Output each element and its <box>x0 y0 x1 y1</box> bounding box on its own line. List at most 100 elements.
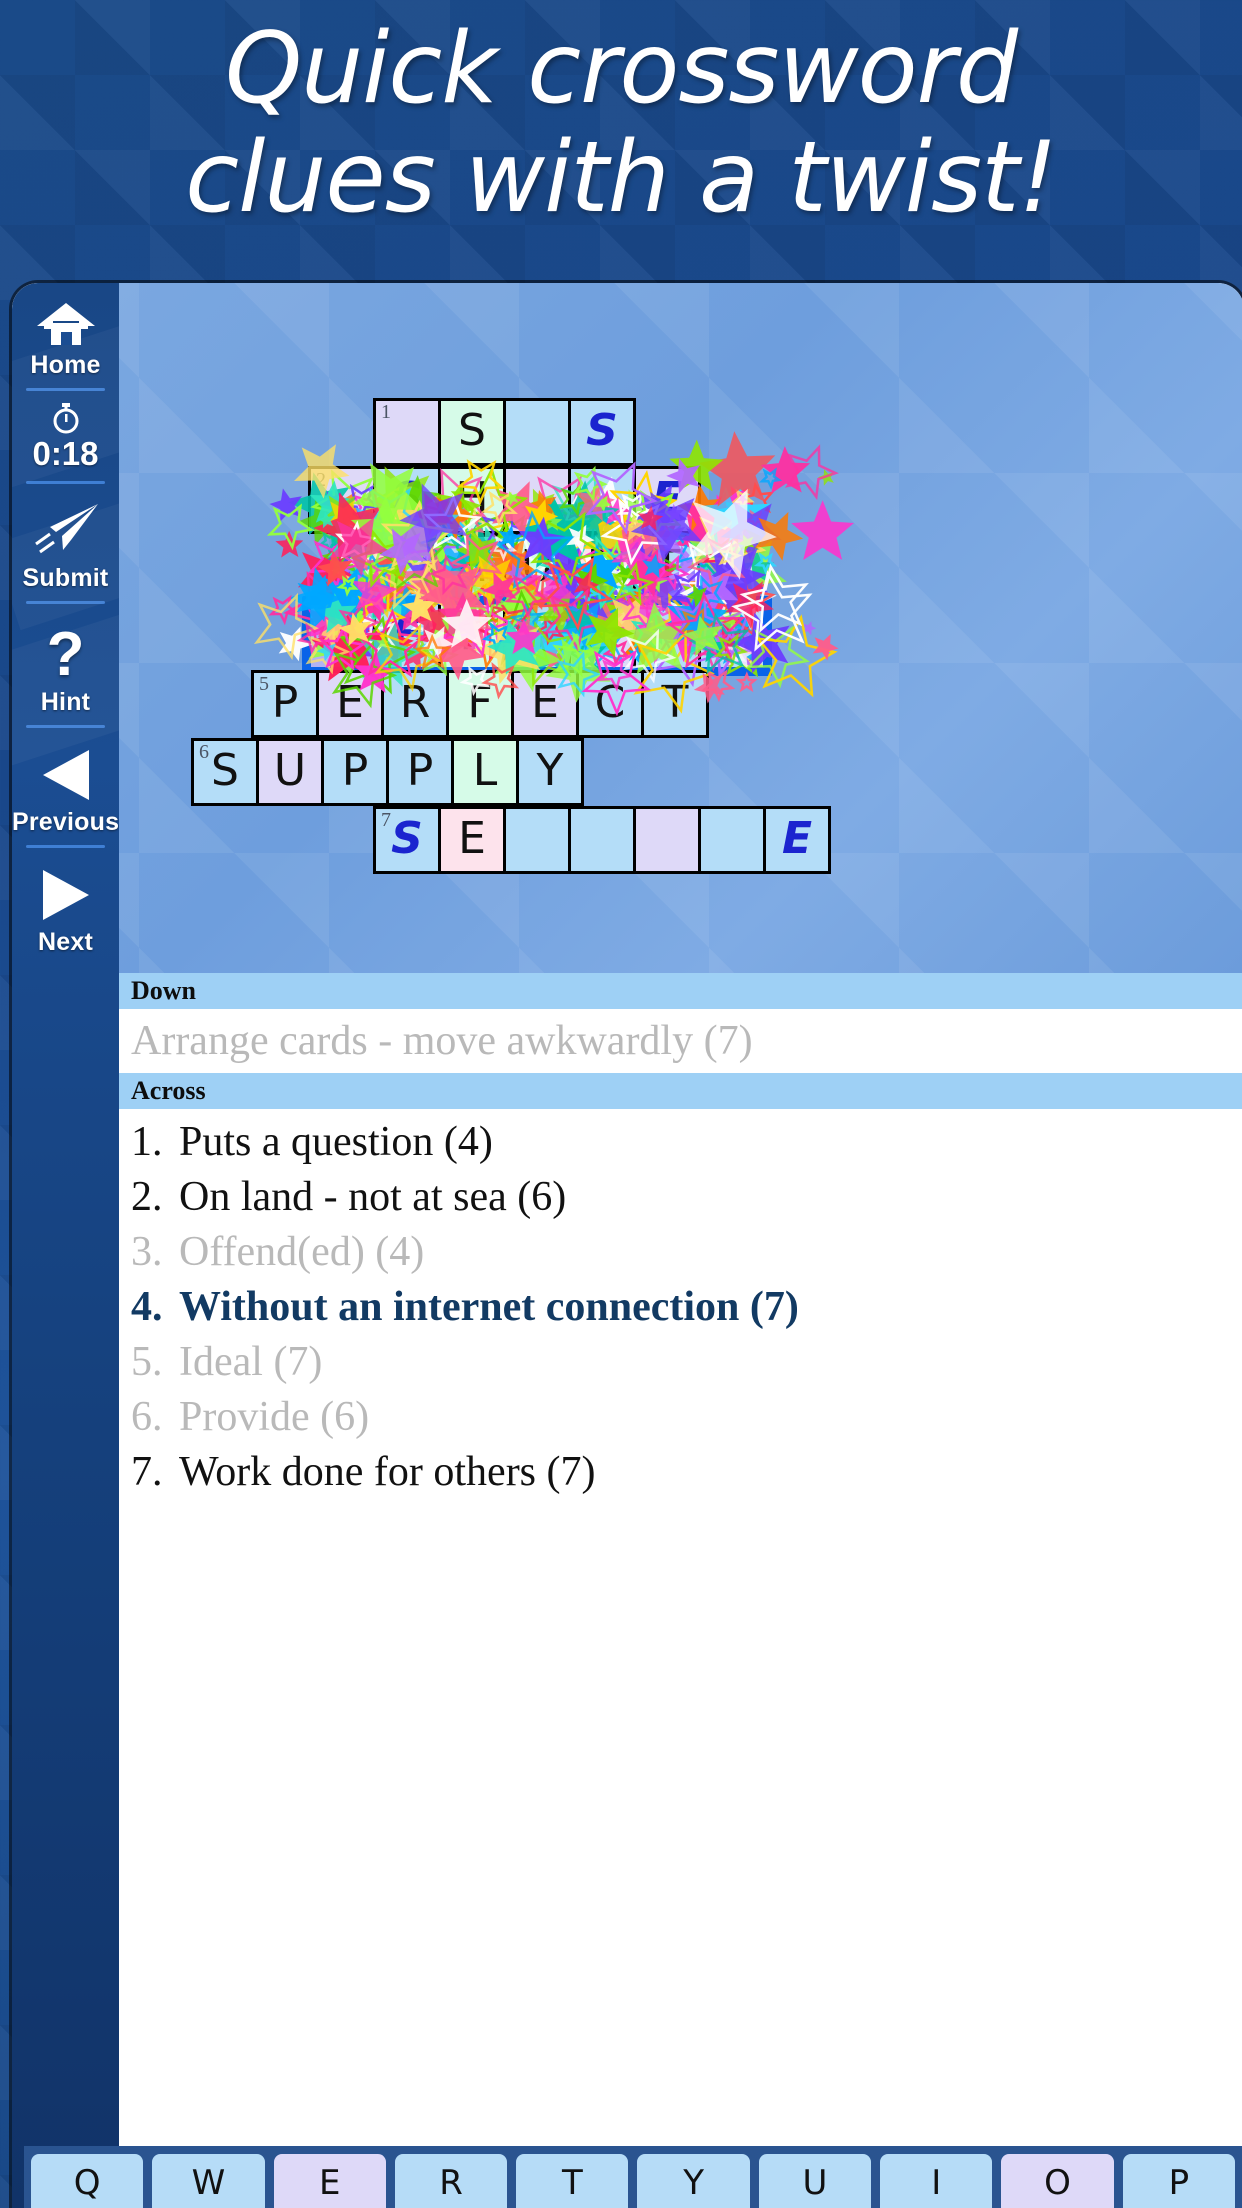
crossword-cell[interactable]: 7S <box>373 806 441 874</box>
crossword-cell[interactable]: E <box>633 466 701 534</box>
crossword-cell[interactable]: 2 <box>308 466 376 534</box>
across-clue-item[interactable]: 4. Without an internet connection (7) <box>131 1280 1242 1335</box>
triangle-left-icon <box>12 748 119 806</box>
cell-letter: F <box>459 613 484 657</box>
cell-letter: E <box>458 817 486 861</box>
crossword-cell[interactable]: S <box>438 398 506 466</box>
sidebar-item-submit[interactable]: Submit <box>12 490 119 593</box>
across-clue-item[interactable]: 5. Ideal (7) <box>131 1335 1242 1390</box>
clue-text: Provide (6) <box>179 1394 369 1441</box>
across-section-header: Across <box>119 1073 1242 1109</box>
crossword-cell[interactable]: L <box>451 738 519 806</box>
crossword-cell[interactable] <box>698 806 766 874</box>
crossword-row: 1 S S <box>373 398 633 466</box>
clue-number: 3. <box>131 1229 179 1276</box>
cell-letter: T <box>662 681 689 725</box>
clue-number: 2. <box>131 1174 179 1221</box>
down-clue-text[interactable]: Arrange cards - move awkwardly (7) <box>119 1009 1242 1073</box>
crossword-cell[interactable]: 1 <box>373 398 441 466</box>
crossword-cell[interactable]: T <box>641 670 709 738</box>
sidebar-divider <box>26 725 105 728</box>
sidebar-item-next[interactable]: Next <box>12 854 119 957</box>
sidebar-item-home[interactable]: Home <box>12 283 119 380</box>
keyboard-key-i[interactable]: I <box>880 2154 992 2208</box>
sidebar-item-previous[interactable]: Previous <box>12 734 119 837</box>
across-clue-item[interactable]: 7. Work done for others (7) <box>131 1445 1242 1500</box>
keyboard-key-q[interactable]: Q <box>31 2154 143 2208</box>
crossword-row: 3 HURT <box>373 534 698 602</box>
keyboard-key-o[interactable]: O <box>1001 2154 1113 2208</box>
down-section-header: Down <box>119 973 1242 1009</box>
crossword-cell[interactable]: 4 <box>308 602 376 670</box>
crossword-cell[interactable]: E <box>438 806 506 874</box>
cell-letter: E <box>782 817 812 861</box>
triangle-right-icon <box>12 868 119 926</box>
crossword-cell[interactable]: E <box>763 806 831 874</box>
clues-panel: Down Arrange cards - move awkwardly (7) … <box>119 973 1242 2208</box>
cell-letter: E <box>336 681 364 725</box>
crossword-cell[interactable]: P <box>321 738 389 806</box>
onscreen-keyboard[interactable]: QWERTYUIOP <box>24 2146 1242 2208</box>
crossword-cell[interactable] <box>633 806 701 874</box>
crossword-cell[interactable]: U <box>256 738 324 806</box>
sidebar-item-hint[interactable]: ? Hint <box>12 610 119 717</box>
crossword-cell[interactable]: 6S <box>191 738 259 806</box>
crossword-cell[interactable]: U <box>503 534 571 602</box>
crossword-cell[interactable]: T <box>633 534 701 602</box>
keyboard-key-e[interactable]: E <box>274 2154 386 2208</box>
cell-letter: S <box>391 477 423 521</box>
crossword-cell[interactable] <box>568 602 636 670</box>
cell-letter: R <box>587 545 618 589</box>
across-clue-item[interactable]: 1. Puts a question (4) <box>131 1115 1242 1170</box>
keyboard-key-y[interactable]: Y <box>637 2154 749 2208</box>
crossword-cell[interactable]: H <box>438 466 506 534</box>
crossword-cell[interactable]: E <box>698 602 766 670</box>
crossword-cell[interactable]: 3 <box>373 534 441 602</box>
crossword-grid[interactable]: 1SS2SHE3HURT4FFLE5PERFECT6SUPPLY7SEE <box>119 283 1242 973</box>
across-clue-item[interactable]: 6. Provide (6) <box>131 1390 1242 1445</box>
sidebar: Home 0:18 Submit ? Hint Previous Next <box>12 283 119 2208</box>
crossword-cell[interactable]: E <box>511 670 579 738</box>
crossword-cell[interactable]: S <box>568 398 636 466</box>
clue-text: Puts a question (4) <box>179 1119 493 1166</box>
clue-text: Ideal (7) <box>179 1339 322 1386</box>
crossword-cell[interactable]: C <box>576 670 644 738</box>
keyboard-key-p[interactable]: P <box>1123 2154 1235 2208</box>
cell-letter: Y <box>537 749 564 793</box>
keyboard-key-w[interactable]: W <box>152 2154 264 2208</box>
crossword-cell[interactable]: R <box>381 670 449 738</box>
crossword-cell[interactable]: P <box>386 738 454 806</box>
across-clue-item[interactable]: 3. Offend(ed) (4) <box>131 1225 1242 1280</box>
crossword-cell[interactable]: L <box>503 602 571 670</box>
crossword-cell[interactable]: F <box>446 670 514 738</box>
sidebar-item-label-home: Home <box>12 351 119 380</box>
crossword-cell[interactable]: S <box>373 466 441 534</box>
crossword-cell[interactable]: F <box>438 602 506 670</box>
crossword-cell[interactable] <box>568 466 636 534</box>
clue-number: 1. <box>131 1119 179 1166</box>
crossword-cell[interactable] <box>503 806 571 874</box>
crossword-cell[interactable]: E <box>316 670 384 738</box>
sidebar-item-label-next: Next <box>12 928 119 957</box>
crossword-cell[interactable] <box>503 466 571 534</box>
cell-letter: P <box>272 681 299 725</box>
question-mark-icon: ? <box>12 624 119 686</box>
paper-plane-icon <box>12 500 119 562</box>
cell-letter: H <box>455 545 488 589</box>
crossword-cell[interactable] <box>633 602 701 670</box>
crossword-cell[interactable]: H <box>438 534 506 602</box>
keyboard-key-t[interactable]: T <box>516 2154 628 2208</box>
sidebar-item-timer[interactable]: 0:18 <box>12 397 119 473</box>
crossword-cell[interactable] <box>503 398 571 466</box>
keyboard-key-u[interactable]: U <box>759 2154 871 2208</box>
across-clue-item[interactable]: 2. On land - not at sea (6) <box>131 1170 1242 1225</box>
crossword-cell[interactable]: R <box>568 534 636 602</box>
crossword-cell[interactable]: 5P <box>251 670 319 738</box>
crossword-cell[interactable]: F <box>373 602 441 670</box>
cell-letter: U <box>274 749 306 793</box>
clue-number: 7. <box>131 1449 179 1496</box>
keyboard-key-r[interactable]: R <box>395 2154 507 2208</box>
crossword-cell[interactable] <box>568 806 636 874</box>
crossword-cell[interactable]: Y <box>516 738 584 806</box>
across-clue-list: 1. Puts a question (4) 2. On land - not at … <box>119 1109 1242 1500</box>
